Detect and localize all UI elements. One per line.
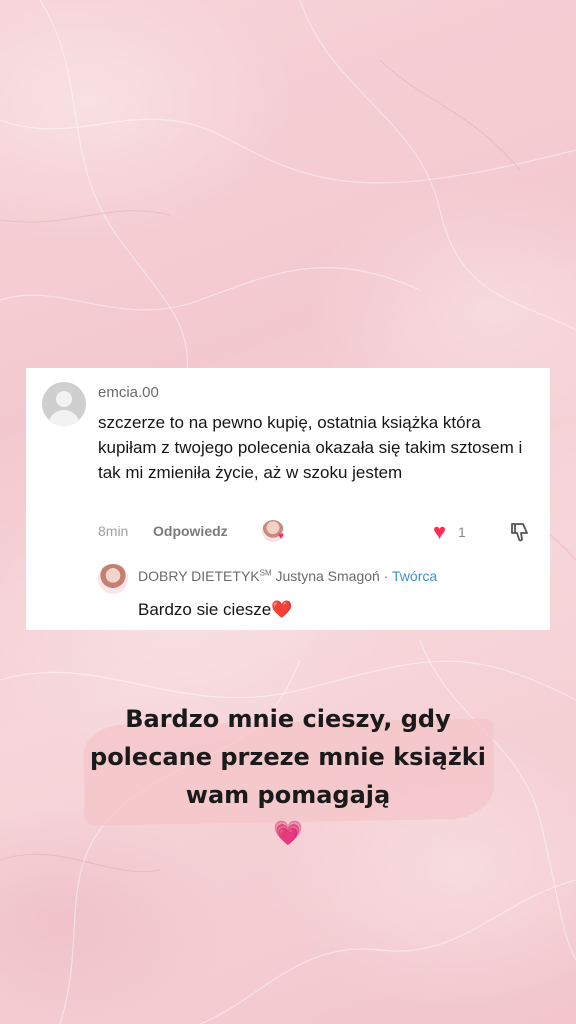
reply-separator: · (379, 568, 393, 584)
default-avatar-icon[interactable] (42, 382, 86, 426)
reply-author-name: Justyna Smagoń (275, 568, 380, 584)
dislike-icon[interactable] (508, 520, 532, 544)
caption-line-3-text: wam pomagają (185, 781, 391, 809)
creator-avatar[interactable] (98, 564, 128, 594)
comment-time: 8min (98, 523, 129, 539)
reply-author-brand: DOBRY DIETETYK (138, 568, 260, 584)
reply-text-content: Bardzo sie ciesze (138, 600, 272, 619)
comment-card: emcia.00 szczerze to na pewno kupię, ost… (26, 368, 550, 630)
caption-line-1: Bardzo mnie cieszy, gdy (125, 705, 451, 733)
comment-actions: 8min Odpowiedz ♥ ♥ 1 (98, 519, 538, 545)
caption-line-2: polecane przeze mnie książki (90, 743, 486, 771)
pink-heart-emoji: 💗 (273, 819, 303, 847)
service-mark: SM (259, 568, 272, 578)
caption-text: Bardzo mnie cieszy, gdy polecane przeze … (60, 700, 516, 852)
reply-text: Bardzo sie ciesze❤️ (138, 600, 292, 620)
heart-icon[interactable]: ♥ (433, 519, 446, 545)
caption-line-3: wam pomagają 💗 (60, 776, 516, 852)
comment-text: szczerze to na pewno kupię, ostatnia ksi… (98, 413, 523, 482)
creator-badge: Twórca (392, 568, 438, 584)
red-heart-emoji: ❤️ (271, 600, 293, 619)
comment-username[interactable]: emcia.00 (98, 384, 159, 401)
creator-liked-heart-icon: ♥ (278, 531, 284, 542)
like-count: 1 (458, 524, 466, 540)
reply-button[interactable]: Odpowiedz (153, 523, 228, 539)
reply-author[interactable]: DOBRY DIETETYKSM Justyna Smagoń · Twórca (138, 568, 437, 584)
